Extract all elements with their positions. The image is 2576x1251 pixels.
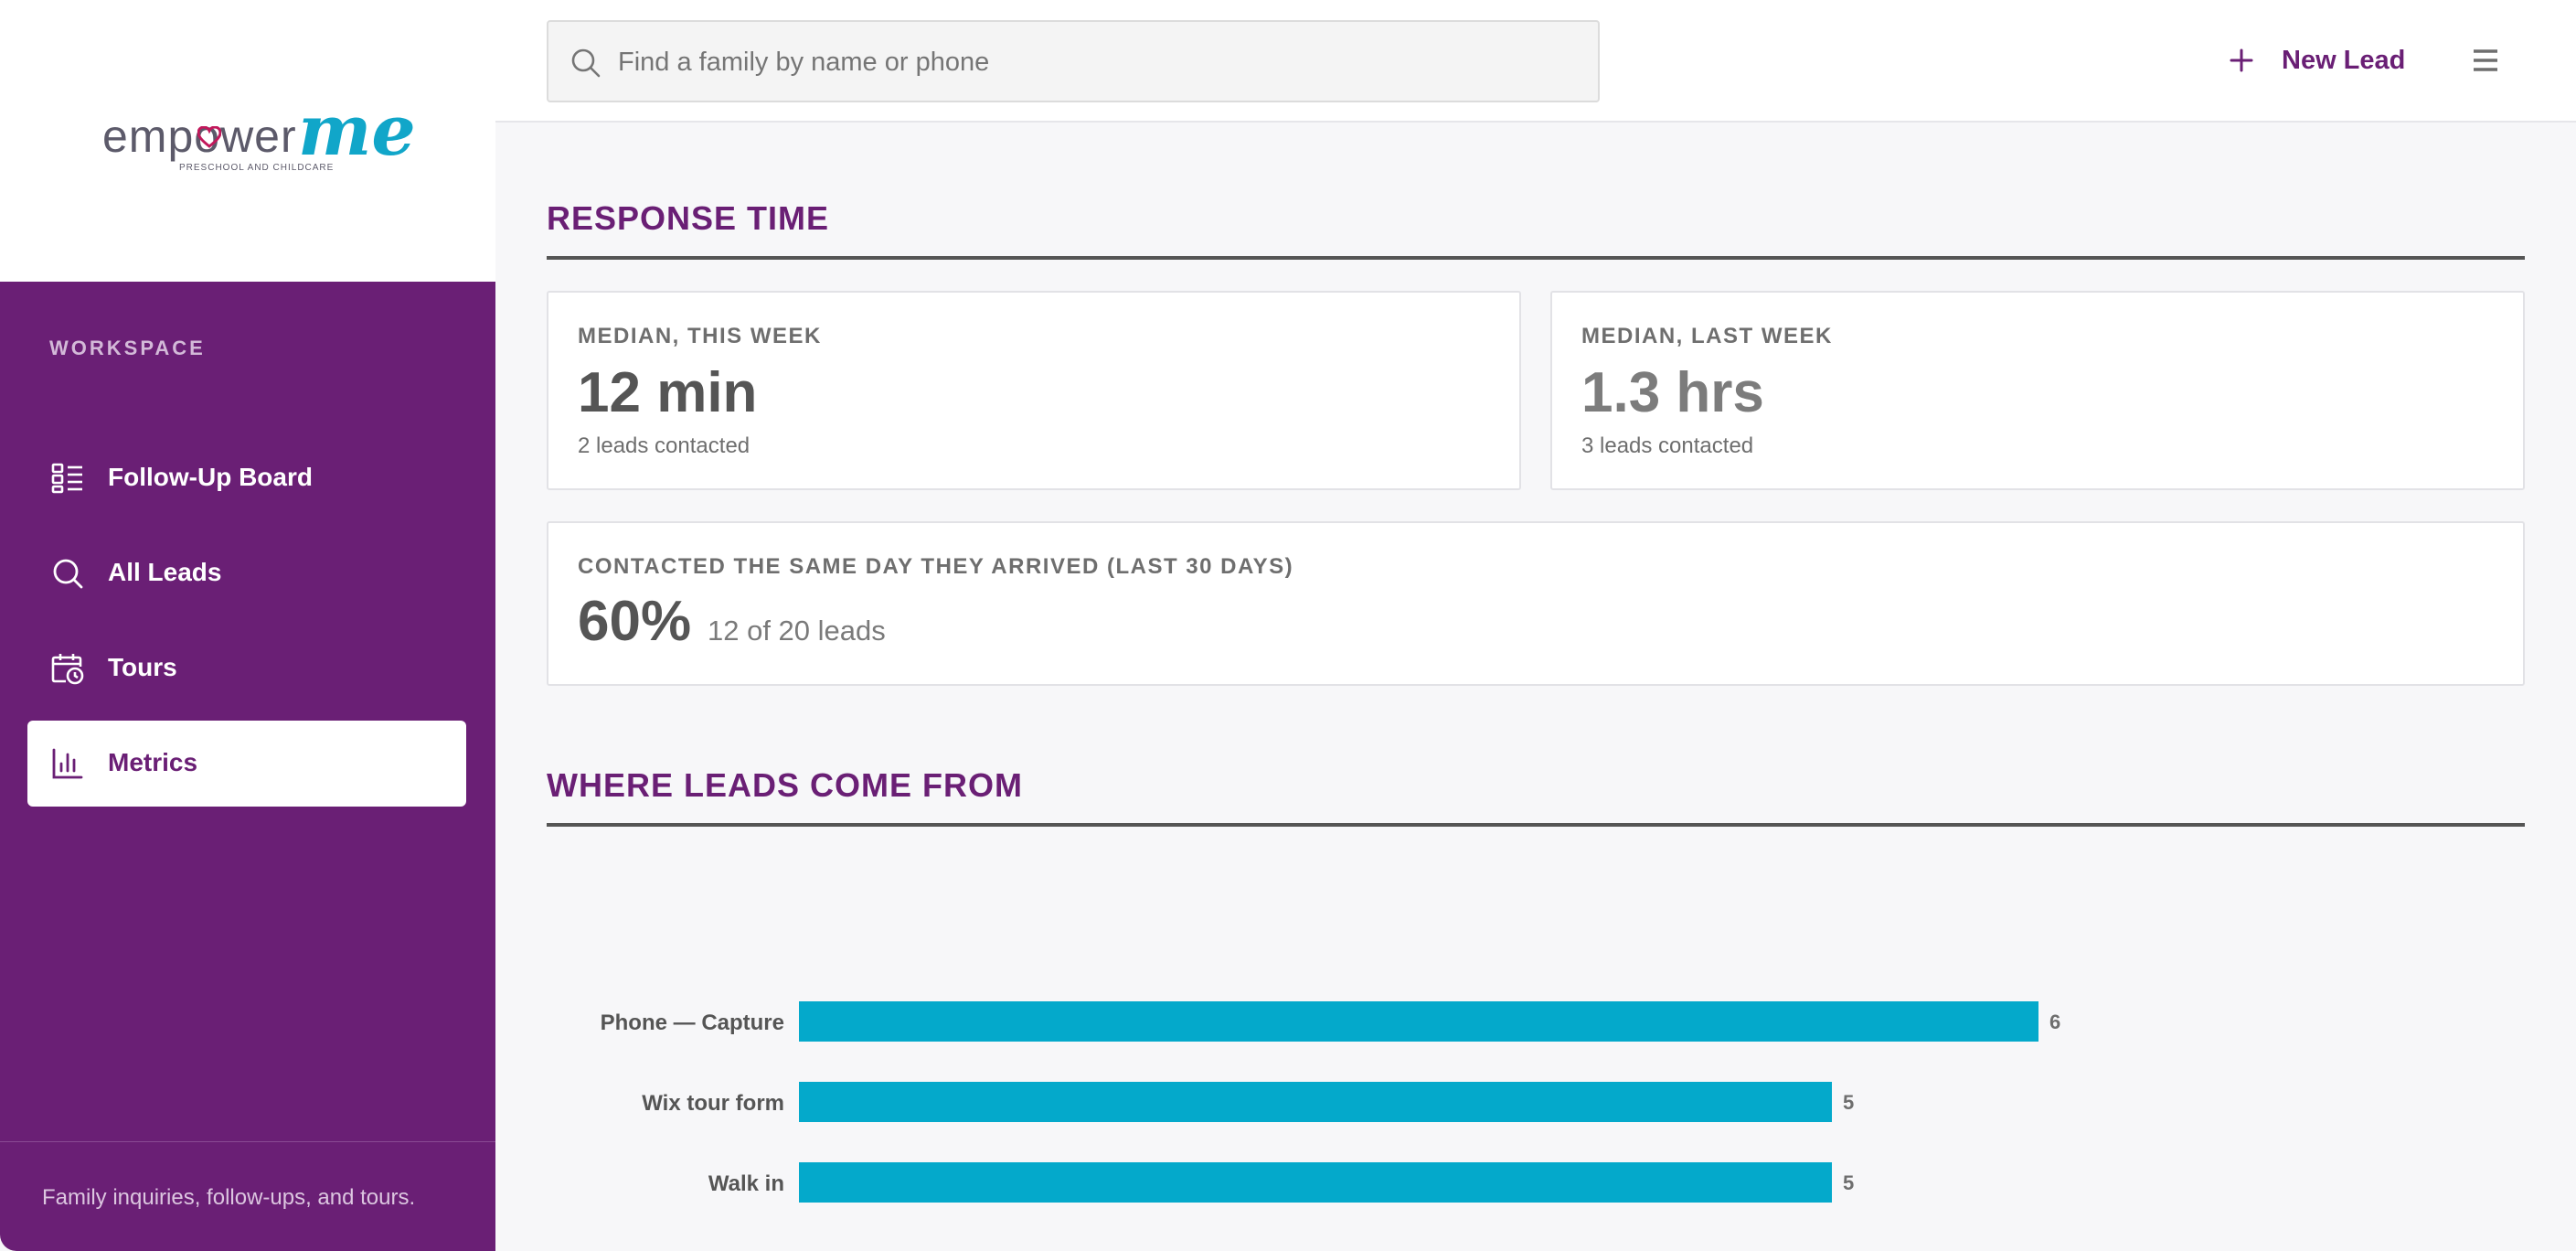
bar-category-label: Walk in xyxy=(708,1171,784,1196)
bar-value-label: 6 xyxy=(2049,1010,2060,1033)
metric-subtext: 2 leads contacted xyxy=(578,433,750,458)
bar-category-label: Wix tour form xyxy=(642,1091,784,1116)
metric-value: 60% xyxy=(578,590,692,653)
bar-value-label: 5 xyxy=(1843,1171,1854,1194)
sidebar-nav: WORKSPACE Follow-Up Board All Leads Tour… xyxy=(0,282,495,1251)
metric-card-this-week: MEDIAN, THIS WEEK 12 min 2 leads contact… xyxy=(547,291,1521,490)
lead-sources-chart: Phone — Capture6Wix tour form5Walk in5Ph… xyxy=(547,849,2525,1214)
heart-icon xyxy=(197,126,221,148)
divider xyxy=(0,1141,495,1142)
sidebar-item-label: Tours xyxy=(108,653,177,681)
section-title-lead-sources: WHERE LEADS COME FROM xyxy=(547,766,1023,804)
divider xyxy=(547,823,2525,827)
bar-value-label: 5 xyxy=(1843,1091,1854,1114)
nav-heading: WORKSPACE xyxy=(49,337,206,359)
sidebar: empower me PRESCHOOL AND CHILDCARE WORKS… xyxy=(0,0,495,1251)
sidebar-item-metrics[interactable]: Metrics xyxy=(27,721,466,807)
divider xyxy=(547,256,2525,260)
metric-subtext: 12 of 20 leads xyxy=(708,615,886,647)
search-icon xyxy=(571,48,601,78)
metric-label: MEDIAN, THIS WEEK xyxy=(578,324,822,348)
bar xyxy=(799,1162,1832,1203)
bar-category-label: Phone — Capture xyxy=(601,1010,784,1035)
board-icon xyxy=(51,463,82,494)
app-window: empower me PRESCHOOL AND CHILDCARE WORKS… xyxy=(0,0,2576,1251)
metric-value: 12 min xyxy=(578,361,758,424)
topbar: New Lead xyxy=(495,0,2576,123)
metrics-page: RESPONSE TIME MEDIAN, THIS WEEK 12 min 2… xyxy=(495,124,2576,1251)
sidebar-item-label: Follow-Up Board xyxy=(108,463,313,491)
logo-area: empower me PRESCHOOL AND CHILDCARE xyxy=(0,0,495,282)
new-lead-button[interactable]: New Lead xyxy=(2229,33,2405,88)
new-lead-label: New Lead xyxy=(2282,45,2406,75)
section-title-response-time: RESPONSE TIME xyxy=(547,199,830,237)
metric-value: 1.3 hrs xyxy=(1581,361,1764,424)
plus-icon xyxy=(2230,48,2253,72)
calendar-clock-icon xyxy=(51,654,84,685)
empowerme-logo[interactable]: empower me PRESCHOOL AND CHILDCARE xyxy=(102,90,416,190)
metric-card-last-week: MEDIAN, LAST WEEK 1.3 hrs 3 leads contac… xyxy=(1550,291,2525,490)
bar xyxy=(799,1082,1832,1122)
search-box[interactable] xyxy=(547,20,1600,102)
metric-subtext: 3 leads contacted xyxy=(1581,433,1754,458)
search-icon xyxy=(53,559,83,589)
sidebar-item-label: All Leads xyxy=(108,558,222,586)
metric-label: MEDIAN, LAST WEEK xyxy=(1581,324,1833,348)
search-input[interactable] xyxy=(618,40,1569,84)
sidebar-item-follow-up-board[interactable]: Follow-Up Board xyxy=(27,435,466,521)
logo-accent: me xyxy=(298,90,416,171)
metric-label: CONTACTED THE SAME DAY THEY ARRIVED (LAS… xyxy=(578,554,1294,579)
bar xyxy=(799,1001,2038,1042)
lead-sources-bar-chart: Phone — Capture6Wix tour form5Walk in5Ph… xyxy=(601,1001,2060,1203)
sidebar-item-all-leads[interactable]: All Leads xyxy=(27,530,466,616)
bar-chart-icon xyxy=(52,748,83,779)
sidebar-item-tours[interactable]: Tours xyxy=(27,626,466,711)
logo-tagline: PRESCHOOL AND CHILDCARE xyxy=(179,163,335,173)
hamburger-menu-icon[interactable] xyxy=(2472,46,2499,75)
sidebar-item-label: Metrics xyxy=(108,748,198,776)
metric-card-same-day: CONTACTED THE SAME DAY THEY ARRIVED (LAS… xyxy=(547,521,2525,686)
sidebar-footer-text: Family inquiries, follow-ups, and tours. xyxy=(42,1185,416,1210)
